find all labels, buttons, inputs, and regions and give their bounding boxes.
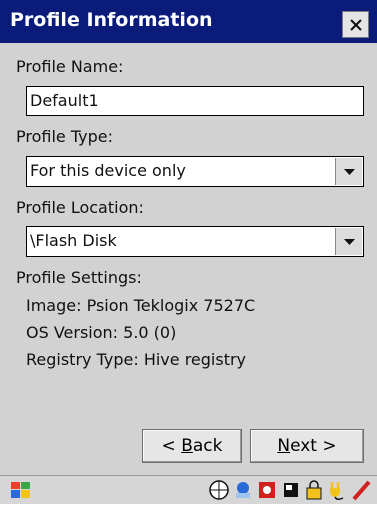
registry-type-info: Registry Type: Hive registry (26, 350, 247, 369)
back-prefix: < (161, 436, 182, 456)
profile-name-input[interactable]: Default1 (26, 86, 364, 116)
profile-type-label: Profile Type: (16, 127, 113, 146)
profile-name-label: Profile Name: (16, 57, 124, 76)
profile-location-select[interactable]: \Flash Disk (26, 226, 364, 257)
start-icon[interactable] (8, 479, 34, 505)
chevron-down-icon (344, 169, 355, 175)
plug-icon (326, 479, 348, 505)
pen-icon[interactable] (350, 479, 372, 505)
keyboard-icon[interactable] (208, 479, 230, 505)
next-button[interactable]: Next > (250, 429, 364, 463)
lock-icon (303, 479, 325, 505)
back-mnemonic: B (181, 436, 193, 456)
profile-type-select[interactable]: For this device only (26, 156, 364, 187)
connection-icon[interactable] (232, 479, 254, 505)
profile-name-value: Default1 (30, 91, 99, 110)
next-rest: ext > (290, 436, 337, 456)
next-mnemonic: N (277, 436, 291, 456)
settings-icon[interactable] (256, 479, 278, 505)
profile-location-label: Profile Location: (16, 198, 144, 217)
profile-location-value: \Flash Disk (30, 231, 117, 250)
image-info: Image: Psion Teklogix 7527C (26, 296, 256, 315)
back-button[interactable]: < Back (142, 429, 242, 463)
taskbar (0, 475, 377, 504)
battery-icon (280, 479, 302, 505)
os-version-info: OS Version: 5.0 (0) (26, 323, 177, 342)
close-button[interactable] (342, 11, 369, 38)
profile-location-dropdown-button[interactable] (335, 228, 362, 255)
window-title: Profile Information (10, 9, 213, 31)
profile-type-value: For this device only (30, 161, 186, 180)
title-bar: Profile Information (0, 0, 377, 43)
profile-type-dropdown-button[interactable] (335, 158, 362, 185)
dialog-content: Profile Name: Default1 Profile Type: For… (0, 43, 377, 475)
profile-settings-label: Profile Settings: (16, 268, 142, 287)
back-rest: ack (192, 436, 223, 456)
chevron-down-icon (344, 239, 355, 245)
close-icon (350, 19, 362, 31)
